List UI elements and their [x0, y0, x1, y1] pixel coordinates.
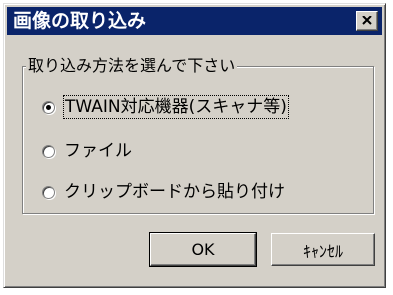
radio-label[interactable]: クリップボードから貼り付け	[63, 181, 286, 203]
radio-label[interactable]: TWAIN対応機器(スキャナ等)	[63, 95, 289, 119]
radio-option-clipboard[interactable]: クリップボードから貼り付け	[42, 180, 286, 204]
radio-label[interactable]: ファイル	[63, 140, 133, 162]
group-label: 取り込み方法を選んで下さい	[26, 56, 238, 76]
ok-button[interactable]: OK	[149, 232, 257, 267]
radio-option-twain[interactable]: TWAIN対応機器(スキャナ等)	[42, 95, 289, 119]
cancel-button[interactable]: ｷｬﾝｾﾙ	[271, 233, 375, 266]
radio-button[interactable]	[42, 185, 55, 199]
dialog-title: 画像の取り込み	[13, 10, 147, 32]
title-bar[interactable]: 画像の取り込み	[7, 7, 382, 35]
radio-option-file[interactable]: ファイル	[42, 139, 133, 163]
close-button[interactable]	[356, 11, 378, 31]
close-icon	[362, 16, 372, 25]
radio-selected-dot	[46, 104, 51, 110]
radio-button[interactable]	[42, 100, 55, 114]
radio-button[interactable]	[42, 144, 55, 158]
